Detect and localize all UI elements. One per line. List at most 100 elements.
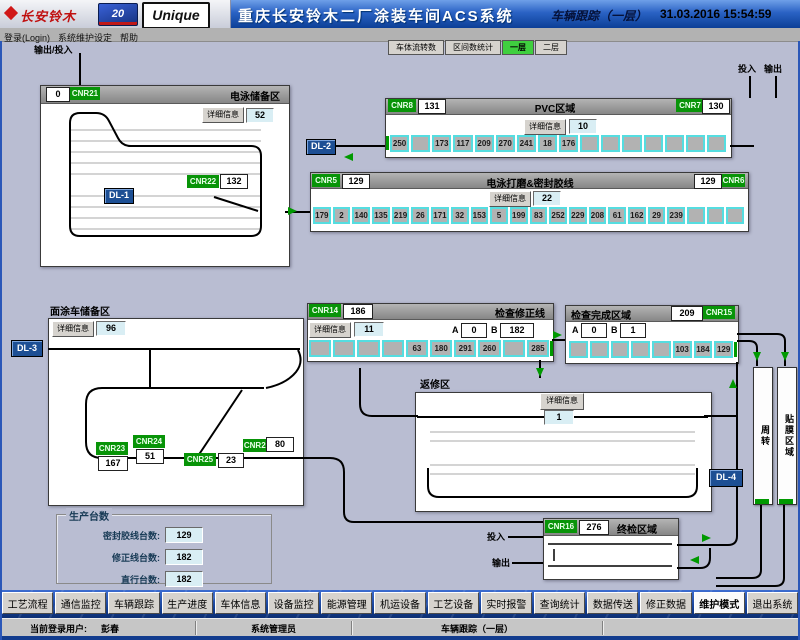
car-slot[interactable]: 63: [406, 340, 428, 357]
edip-detail-button[interactable]: 详细信息: [202, 107, 244, 123]
car-slot[interactable]: 270: [496, 135, 515, 152]
car-slot[interactable]: [631, 341, 650, 358]
dl3-tag: DL-3: [11, 340, 43, 357]
car-slot[interactable]: 32: [451, 207, 469, 224]
film-area-lane: 贴膜区域: [777, 367, 797, 505]
final-inspect-title: 终检区域: [617, 521, 657, 536]
car-slot[interactable]: 285: [527, 340, 549, 357]
car-slot[interactable]: 260: [478, 340, 500, 357]
car-slot[interactable]: 179: [313, 207, 331, 224]
topcoat-detail-button[interactable]: 详细信息: [52, 321, 94, 337]
toolbar-button[interactable]: 工艺流程: [2, 592, 53, 614]
b-label: B: [491, 325, 498, 335]
car-slot[interactable]: 239: [667, 207, 685, 224]
car-slot[interactable]: 209: [475, 135, 494, 152]
car-slot[interactable]: 129: [714, 341, 733, 358]
car-slot[interactable]: 173: [432, 135, 451, 152]
window-frame-left: [0, 41, 2, 640]
car-slot[interactable]: 291: [454, 340, 476, 357]
toolbar-button[interactable]: 维护模式: [694, 592, 745, 614]
car-slot[interactable]: [411, 135, 430, 152]
car-slot[interactable]: [569, 341, 588, 358]
seal-detail-button[interactable]: 详细信息: [489, 191, 531, 207]
topcoat-title: 面涂车储备区: [50, 303, 110, 318]
car-slot[interactable]: [590, 341, 609, 358]
toolbar-button[interactable]: 实时报警: [481, 592, 532, 614]
toolbar-button[interactable]: 通信监控: [55, 592, 106, 614]
cnr5-tag: CNR5: [312, 174, 340, 187]
car-slot[interactable]: [644, 135, 663, 152]
rework-title: 返修区: [420, 376, 450, 391]
car-slot[interactable]: 117: [453, 135, 472, 152]
car-slot[interactable]: 103: [673, 341, 692, 358]
car-slot[interactable]: 83: [530, 207, 548, 224]
car-slot[interactable]: [726, 207, 744, 224]
toolbar-button[interactable]: 查询统计: [534, 592, 585, 614]
toolbar-button[interactable]: 生产进度: [162, 592, 213, 614]
inspect-correct-detail-button[interactable]: 详细信息: [309, 322, 351, 338]
car-slot[interactable]: [707, 135, 726, 152]
car-slot[interactable]: 153: [471, 207, 489, 224]
car-slot[interactable]: [686, 135, 705, 152]
a-label: A: [452, 325, 459, 335]
tab[interactable]: 一层: [502, 40, 534, 55]
car-slot[interactable]: [580, 135, 599, 152]
status-view-cell: 车辆跟踪（一层）: [352, 621, 603, 635]
car-slot[interactable]: 180: [430, 340, 452, 357]
pvc-detail-button[interactable]: 详细信息: [524, 119, 566, 135]
toolbar-button[interactable]: 工艺设备: [428, 592, 479, 614]
car-slot[interactable]: 61: [608, 207, 626, 224]
car-slot[interactable]: [601, 135, 620, 152]
inspect-correct-car-row: 63180291260 285: [309, 340, 549, 357]
toolbar-button[interactable]: 能源管理: [321, 592, 372, 614]
car-slot[interactable]: 252: [549, 207, 567, 224]
rework-detail-button[interactable]: 详细信息: [540, 393, 584, 410]
car-slot[interactable]: 250: [390, 135, 409, 152]
car-slot[interactable]: 135: [372, 207, 390, 224]
tab[interactable]: 车体流转数: [388, 40, 444, 55]
car-slot[interactable]: 184: [694, 341, 713, 358]
car-slot[interactable]: 26: [411, 207, 429, 224]
production-row-value: 129: [165, 527, 203, 543]
car-slot[interactable]: 162: [628, 207, 646, 224]
car-slot[interactable]: [357, 340, 379, 357]
label-out-in: 输出/投入: [34, 43, 73, 56]
cnr21-tag: CNR21: [70, 87, 100, 100]
car-slot[interactable]: [503, 340, 525, 357]
car-slot[interactable]: 176: [559, 135, 578, 152]
toolbar-button[interactable]: 机运设备: [374, 592, 425, 614]
inspect-correct-detail-value: 11: [354, 322, 384, 337]
car-slot[interactable]: [333, 340, 355, 357]
car-slot[interactable]: [665, 135, 684, 152]
car-slot[interactable]: 2: [333, 207, 351, 224]
car-slot[interactable]: 5: [490, 207, 508, 224]
car-slot[interactable]: 199: [510, 207, 528, 224]
car-slot[interactable]: 18: [538, 135, 557, 152]
menu-item[interactable]: 帮助: [116, 31, 142, 44]
car-slot[interactable]: [652, 341, 671, 358]
car-slot[interactable]: [707, 207, 725, 224]
toolbar-button[interactable]: 数据传送: [587, 592, 638, 614]
car-slot[interactable]: 208: [589, 207, 607, 224]
app-title: 重庆长安铃木二厂涂装车间ACS系统: [238, 5, 514, 26]
car-slot[interactable]: 29: [648, 207, 666, 224]
tab[interactable]: 二层: [535, 40, 567, 55]
car-slot[interactable]: 171: [431, 207, 449, 224]
toolbar-button[interactable]: 退出系统: [747, 592, 798, 614]
toolbar-button[interactable]: 车体信息: [215, 592, 266, 614]
tab[interactable]: 区间数统计: [445, 40, 501, 55]
toolbar-button[interactable]: 修正数据: [640, 592, 691, 614]
clock: 31.03.2016 15:54:59: [660, 7, 771, 21]
car-slot[interactable]: 241: [517, 135, 536, 152]
car-slot[interactable]: [611, 341, 630, 358]
toolbar-button[interactable]: 设备监控: [268, 592, 319, 614]
car-slot[interactable]: 219: [392, 207, 410, 224]
car-slot[interactable]: [687, 207, 705, 224]
toolbar-button[interactable]: 车辆跟踪: [108, 592, 159, 614]
cnr22-value: 132: [220, 174, 248, 189]
car-slot[interactable]: 229: [569, 207, 587, 224]
car-slot[interactable]: [622, 135, 641, 152]
car-slot[interactable]: [382, 340, 404, 357]
car-slot[interactable]: [309, 340, 331, 357]
car-slot[interactable]: 140: [352, 207, 370, 224]
